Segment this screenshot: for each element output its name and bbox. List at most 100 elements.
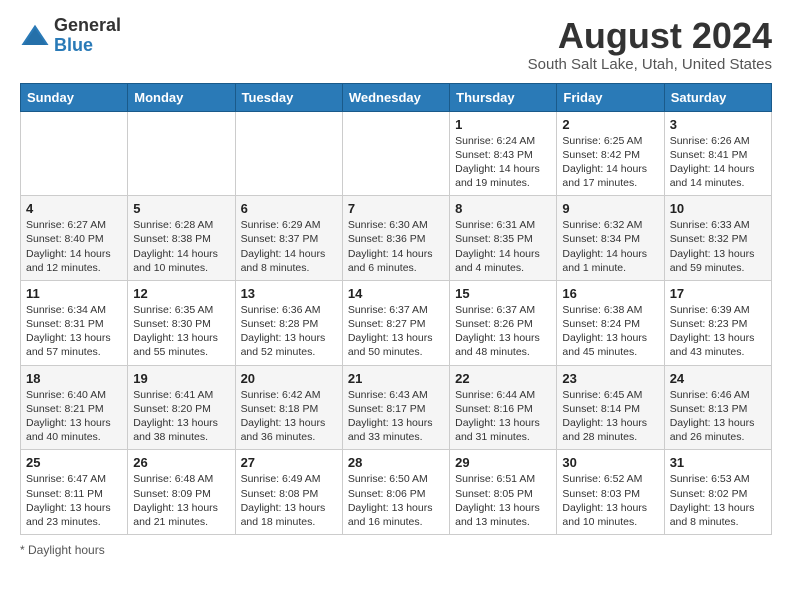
day-info: Sunrise: 6:26 AM Sunset: 8:41 PM Dayligh… [670,134,766,191]
calendar-cell: 2 Sunrise: 6:25 AM Sunset: 8:42 PM Daylig… [557,111,664,196]
calendar-cell: 8 Sunrise: 6:31 AM Sunset: 8:35 PM Daylig… [450,196,557,281]
day-number: 3 [670,117,766,132]
day-info: Sunrise: 6:24 AM Sunset: 8:43 PM Dayligh… [455,134,551,191]
calendar-cell: 19Sunrise: 6:41 AM Sunset: 8:20 PM Dayli… [128,365,235,450]
day-number: 17 [670,286,766,301]
day-number: 22 [455,371,551,386]
day-info: Sunrise: 6:37 AM Sunset: 8:26 PM Dayligh… [455,303,551,360]
month-year-title: August 2024 [528,16,772,56]
calendar-cell: 18Sunrise: 6:40 AM Sunset: 8:21 PM Dayli… [21,365,128,450]
calendar-week-1: 4 Sunrise: 6:27 AM Sunset: 8:40 PM Daylig… [21,196,772,281]
day-info: Sunrise: 6:51 AM Sunset: 8:05 PM Dayligh… [455,472,551,529]
day-info: Sunrise: 6:46 AM Sunset: 8:13 PM Dayligh… [670,388,766,445]
logo-icon [20,21,50,51]
day-info: Sunrise: 6:43 AM Sunset: 8:17 PM Dayligh… [348,388,444,445]
calendar-cell: 31 Sunrise: 6:53 AM Sunset: 8:02 PM Dayli… [664,450,771,535]
day-info: Sunrise: 6:45 AM Sunset: 8:14 PM Dayligh… [562,388,658,445]
header-cell-saturday: Saturday [664,83,771,111]
day-number: 8 [455,201,551,216]
day-number: 14 [348,286,444,301]
header-cell-sunday: Sunday [21,83,128,111]
page-header: General Blue August 2024 South Salt Lake… [20,16,772,73]
day-info: Sunrise: 6:29 AM Sunset: 8:37 PM Dayligh… [241,218,337,275]
day-number: 19 [133,371,229,386]
day-number: 11 [26,286,122,301]
calendar-cell: 9 Sunrise: 6:32 AM Sunset: 8:34 PM Daylig… [557,196,664,281]
day-number: 9 [562,201,658,216]
calendar-week-0: 1 Sunrise: 6:24 AM Sunset: 8:43 PM Daylig… [21,111,772,196]
day-number: 28 [348,455,444,470]
header-cell-tuesday: Tuesday [235,83,342,111]
day-number: 16 [562,286,658,301]
calendar-header: SundayMondayTuesdayWednesdayThursdayFrid… [21,83,772,111]
day-number: 1 [455,117,551,132]
calendar-cell: 27Sunrise: 6:49 AM Sunset: 8:08 PM Dayli… [235,450,342,535]
logo-text: General Blue [54,16,121,56]
header-cell-thursday: Thursday [450,83,557,111]
calendar-cell: 1 Sunrise: 6:24 AM Sunset: 8:43 PM Daylig… [450,111,557,196]
calendar-cell: 4 Sunrise: 6:27 AM Sunset: 8:40 PM Daylig… [21,196,128,281]
day-info: Sunrise: 6:25 AM Sunset: 8:42 PM Dayligh… [562,134,658,191]
day-number: 18 [26,371,122,386]
calendar-cell: 3 Sunrise: 6:26 AM Sunset: 8:41 PM Daylig… [664,111,771,196]
calendar-cell: 30Sunrise: 6:52 AM Sunset: 8:03 PM Dayli… [557,450,664,535]
calendar-cell: 11 Sunrise: 6:34 AM Sunset: 8:31 PM Dayli… [21,280,128,365]
calendar-cell: 10 Sunrise: 6:33 AM Sunset: 8:32 PM Dayli… [664,196,771,281]
day-number: 10 [670,201,766,216]
day-info: Sunrise: 6:53 AM Sunset: 8:02 PM Dayligh… [670,472,766,529]
day-info: Sunrise: 6:38 AM Sunset: 8:24 PM Dayligh… [562,303,658,360]
day-info: Sunrise: 6:48 AM Sunset: 8:09 PM Dayligh… [133,472,229,529]
logo-general: General [54,16,121,36]
day-info: Sunrise: 6:34 AM Sunset: 8:31 PM Dayligh… [26,303,122,360]
day-info: Sunrise: 6:39 AM Sunset: 8:23 PM Dayligh… [670,303,766,360]
calendar-cell: 5Sunrise: 6:28 AM Sunset: 8:38 PM Daylig… [128,196,235,281]
day-number: 24 [670,371,766,386]
day-info: Sunrise: 6:47 AM Sunset: 8:11 PM Dayligh… [26,472,122,529]
calendar-cell: 6 Sunrise: 6:29 AM Sunset: 8:37 PM Daylig… [235,196,342,281]
footer-note: * Daylight hours [20,543,772,557]
calendar-cell: 23 Sunrise: 6:45 AM Sunset: 8:14 PM Dayli… [557,365,664,450]
header-cell-monday: Monday [128,83,235,111]
calendar-cell: 15Sunrise: 6:37 AM Sunset: 8:26 PM Dayli… [450,280,557,365]
day-number: 29 [455,455,551,470]
day-number: 6 [241,201,337,216]
day-number: 12 [133,286,229,301]
calendar-cell: 21 Sunrise: 6:43 AM Sunset: 8:17 PM Dayli… [342,365,449,450]
calendar-cell: 29 Sunrise: 6:51 AM Sunset: 8:05 PM Dayli… [450,450,557,535]
day-number: 7 [348,201,444,216]
day-info: Sunrise: 6:52 AM Sunset: 8:03 PM Dayligh… [562,472,658,529]
calendar-body: 1 Sunrise: 6:24 AM Sunset: 8:43 PM Daylig… [21,111,772,534]
logo: General Blue [20,16,121,56]
day-number: 25 [26,455,122,470]
calendar-cell: 17 Sunrise: 6:39 AM Sunset: 8:23 PM Dayli… [664,280,771,365]
day-number: 20 [241,371,337,386]
day-number: 13 [241,286,337,301]
day-info: Sunrise: 6:50 AM Sunset: 8:06 PM Dayligh… [348,472,444,529]
day-info: Sunrise: 6:32 AM Sunset: 8:34 PM Dayligh… [562,218,658,275]
calendar-cell [342,111,449,196]
header-cell-wednesday: Wednesday [342,83,449,111]
calendar-cell: 20 Sunrise: 6:42 AM Sunset: 8:18 PM Dayli… [235,365,342,450]
day-number: 23 [562,371,658,386]
day-info: Sunrise: 6:31 AM Sunset: 8:35 PM Dayligh… [455,218,551,275]
day-number: 21 [348,371,444,386]
day-number: 5 [133,201,229,216]
day-info: Sunrise: 6:37 AM Sunset: 8:27 PM Dayligh… [348,303,444,360]
header-cell-friday: Friday [557,83,664,111]
day-info: Sunrise: 6:27 AM Sunset: 8:40 PM Dayligh… [26,218,122,275]
calendar-week-4: 25 Sunrise: 6:47 AM Sunset: 8:11 PM Dayli… [21,450,772,535]
calendar-cell: 14 Sunrise: 6:37 AM Sunset: 8:27 PM Dayli… [342,280,449,365]
calendar-cell: 12Sunrise: 6:35 AM Sunset: 8:30 PM Dayli… [128,280,235,365]
calendar-cell: 28 Sunrise: 6:50 AM Sunset: 8:06 PM Dayli… [342,450,449,535]
day-number: 31 [670,455,766,470]
day-info: Sunrise: 6:33 AM Sunset: 8:32 PM Dayligh… [670,218,766,275]
calendar-table: SundayMondayTuesdayWednesdayThursdayFrid… [20,83,772,535]
day-info: Sunrise: 6:42 AM Sunset: 8:18 PM Dayligh… [241,388,337,445]
day-number: 4 [26,201,122,216]
title-block: August 2024 South Salt Lake, Utah, Unite… [528,16,772,73]
logo-blue: Blue [54,36,121,56]
day-info: Sunrise: 6:30 AM Sunset: 8:36 PM Dayligh… [348,218,444,275]
day-number: 2 [562,117,658,132]
day-info: Sunrise: 6:49 AM Sunset: 8:08 PM Dayligh… [241,472,337,529]
calendar-cell: 13Sunrise: 6:36 AM Sunset: 8:28 PM Dayli… [235,280,342,365]
